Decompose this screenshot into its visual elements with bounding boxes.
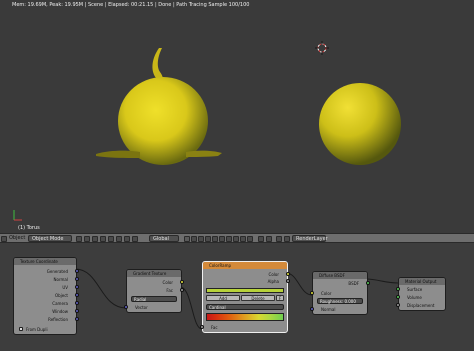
material-output-node[interactable]: Material Output Surface Volume Displacem… <box>396 277 446 311</box>
input-color: Color <box>321 291 332 296</box>
viewport-header: Object Object Mode Global RenderLayer <box>0 233 474 243</box>
snap-element-icon[interactable] <box>266 235 272 242</box>
snap-icon[interactable] <box>132 235 138 242</box>
output-bsdf: BSDF <box>348 281 359 286</box>
socket-vector[interactable] <box>124 305 128 309</box>
output-normal: Normal <box>53 277 68 282</box>
layer-1-icon[interactable] <box>184 235 190 242</box>
node-title: Material Output <box>399 278 445 285</box>
wire-bsdf-surface <box>365 278 399 284</box>
socket-reflection[interactable] <box>75 317 79 321</box>
render-layer-select[interactable]: RenderLayer <box>292 235 328 242</box>
layer-3-icon[interactable] <box>198 235 204 242</box>
layer-8-icon[interactable] <box>233 235 239 242</box>
input-vector: Vector <box>135 305 148 310</box>
socket-normal[interactable] <box>75 277 79 281</box>
input-fac: Fac <box>211 325 218 330</box>
output-camera: Camera <box>52 301 68 306</box>
socket-fac-input[interactable] <box>200 325 204 329</box>
orientation-select[interactable]: Global <box>149 235 179 242</box>
output-uv: UV <box>62 285 68 290</box>
socket-bsdf[interactable] <box>366 281 370 285</box>
3d-viewport[interactable]: Mem: 19.69M, Peak: 19.95M | Scene | Elap… <box>0 0 474 233</box>
output-generated: Generated <box>46 269 68 274</box>
socket-fac[interactable] <box>180 288 184 292</box>
layer-6-icon[interactable] <box>219 235 225 242</box>
input-displacement: Displacement <box>407 303 435 308</box>
socket-color[interactable] <box>180 280 184 284</box>
output-object: Object <box>54 293 68 298</box>
roughness-field[interactable]: Roughness: 0.000 <box>317 298 363 304</box>
output-color: Color <box>162 280 173 285</box>
node-title: ColorRamp <box>203 262 287 269</box>
output-window: Window <box>52 309 68 314</box>
manipulator-icon[interactable] <box>92 235 98 242</box>
color-ramp-node[interactable]: ColorRamp Color Alpha Add Delete F Cardi… <box>200 261 290 333</box>
node-title: Gradient Texture <box>127 270 181 277</box>
socket-displacement[interactable] <box>396 303 400 307</box>
pivot-icon[interactable] <box>84 235 90 242</box>
input-volume: Volume <box>407 295 422 300</box>
layer-10-icon[interactable] <box>247 235 253 242</box>
axis-gizmo-icon <box>13 210 22 221</box>
wire-color-color <box>285 272 313 296</box>
mode-select[interactable]: Object Mode <box>28 235 72 242</box>
from-dupli-checkbox[interactable] <box>19 327 23 331</box>
socket-window[interactable] <box>75 309 79 313</box>
from-dupli-label: From Dupli <box>26 327 48 332</box>
3d-cursor-icon <box>315 41 329 55</box>
socket-generated[interactable] <box>75 269 79 273</box>
socket-normal-input[interactable] <box>310 307 314 311</box>
socket-object[interactable] <box>75 293 79 297</box>
wire-fac-fac <box>179 286 203 330</box>
socket-volume[interactable] <box>396 295 400 299</box>
socket-alpha[interactable] <box>286 279 290 283</box>
layer-9-icon[interactable] <box>240 235 246 242</box>
opengl-render-icon[interactable] <box>276 235 282 242</box>
interpolation-select[interactable]: Cardinal <box>206 304 284 310</box>
flip-button[interactable]: F <box>276 295 284 301</box>
node-title: Diffuse BSDF <box>313 272 367 279</box>
local-icon[interactable] <box>124 235 130 242</box>
wire-generated-vector <box>74 268 127 309</box>
output-alpha: Alpha <box>267 279 279 284</box>
render-icon[interactable] <box>284 235 290 242</box>
output-reflection: Reflection <box>48 317 68 322</box>
input-normal: Normal <box>321 307 336 312</box>
render-status-text: Mem: 19.69M, Peak: 19.95M | Scene | Elap… <box>12 2 250 8</box>
layer-4-icon[interactable] <box>205 235 211 242</box>
socket-color[interactable] <box>286 272 290 276</box>
scene-render <box>13 41 401 221</box>
output-fac: Fac <box>166 288 173 293</box>
input-surface: Surface <box>407 287 423 292</box>
proportional-icon[interactable] <box>258 235 264 242</box>
active-object-label: (1) Torus <box>18 225 40 231</box>
output-color: Color <box>268 272 279 277</box>
node-title: Texture Coordinate <box>14 258 76 265</box>
rotate-icon[interactable] <box>108 235 114 242</box>
editor-type-icon[interactable] <box>1 235 7 242</box>
socket-color-input[interactable] <box>310 291 314 295</box>
diffuse-bsdf-node[interactable]: Diffuse BSDF BSDF Color Roughness: 0.000… <box>310 271 370 315</box>
color-ramp-gradient[interactable] <box>206 313 284 321</box>
node-editor[interactable]: Texture Coordinate Generated Normal UV O… <box>0 243 474 351</box>
delete-stop-button[interactable]: Delete <box>241 295 275 301</box>
layer-5-icon[interactable] <box>212 235 218 242</box>
active-color-swatch[interactable] <box>206 288 284 293</box>
sphere-object <box>319 83 401 165</box>
add-stop-button[interactable]: Add <box>206 295 240 301</box>
shading-icon[interactable] <box>76 235 82 242</box>
layer-7-icon[interactable] <box>226 235 232 242</box>
socket-surface[interactable] <box>396 287 400 291</box>
socket-uv[interactable] <box>75 285 79 289</box>
deformed-sphere-object <box>96 48 222 165</box>
scale-icon[interactable] <box>116 235 122 242</box>
socket-camera[interactable] <box>75 301 79 305</box>
translate-icon[interactable] <box>100 235 106 242</box>
texture-coordinate-node[interactable]: Texture Coordinate Generated Normal UV O… <box>13 257 79 335</box>
object-menu[interactable]: Object <box>9 235 25 241</box>
gradient-texture-node[interactable]: Gradient Texture Color Fac Radial Vector <box>124 269 184 313</box>
layer-2-icon[interactable] <box>191 235 197 242</box>
gradient-type-select[interactable]: Radial <box>131 296 177 302</box>
